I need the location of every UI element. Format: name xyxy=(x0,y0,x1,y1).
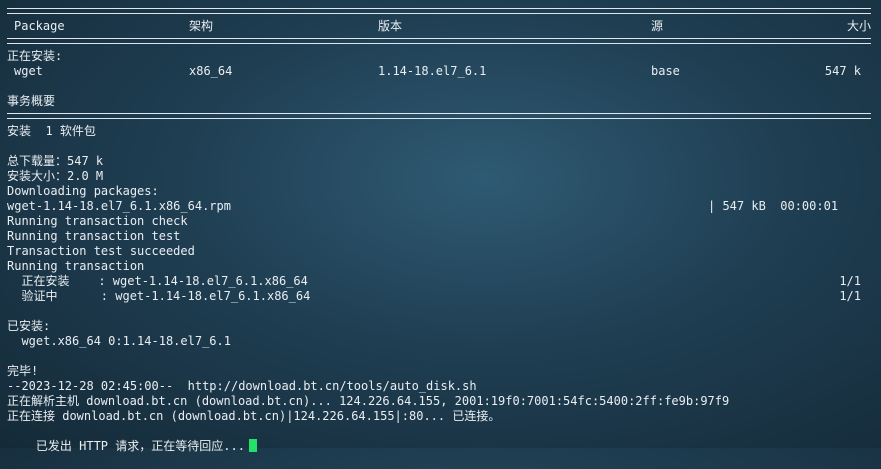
connecting-line: 正在连接 download.bt.cn (download.bt.cn)|124… xyxy=(7,409,501,423)
total-download: 总下载量：547 k xyxy=(7,154,104,168)
step-install-label: 正在安装 : wget-1.14-18.el7_6.1.x86_64 xyxy=(7,274,308,288)
rpm-file: wget-1.14-18.el7_6.1.x86_64.rpm xyxy=(7,199,231,213)
step-verify-row: 验证中 : wget-1.14-18.el7_6.1.x86_64 1/1 xyxy=(7,289,871,304)
pkg-name: wget xyxy=(14,64,43,78)
transaction-check: Running transaction check xyxy=(7,214,188,228)
summary-title: 事务概要 xyxy=(7,94,56,108)
running-transaction: Running transaction xyxy=(7,259,145,273)
col-version: 版本 xyxy=(378,19,403,33)
install-size: 安装大小：2.0 M xyxy=(7,169,104,183)
col-size: 大小 xyxy=(846,19,871,33)
table-rule-mid xyxy=(7,38,871,44)
step-verify-label: 验证中 : wget-1.14-18.el7_6.1.x86_64 xyxy=(7,289,311,303)
col-repo: 源 xyxy=(651,19,664,33)
step-install-count: 1/1 xyxy=(839,274,861,288)
transaction-test-ok: Transaction test succeeded xyxy=(7,244,195,258)
prompt-line[interactable]: 已发出 HTTP 请求，正在等待回应... xyxy=(7,424,871,453)
terminal-window[interactable]: Package 架构 版本 源 大小 正在安装: wget x86_64 1.1… xyxy=(0,0,881,453)
terminal-cursor[interactable] xyxy=(248,439,257,452)
http-sent-text: 已发出 HTTP 请求，正在等待回应... xyxy=(35,439,245,453)
installing-row: wget x86_64 1.14-18.el7_6.1 base 547 k xyxy=(7,64,871,79)
installed-title: 已安装: xyxy=(7,319,51,333)
transaction-test: Running transaction test xyxy=(7,229,181,243)
rpm-download-row: wget-1.14-18.el7_6.1.x86_64.rpm | 547 kB… xyxy=(7,199,871,214)
installing-title: 正在安装: xyxy=(7,49,63,63)
resolving-line: 正在解析主机 download.bt.cn (download.bt.cn)..… xyxy=(7,394,730,408)
step-install-row: 正在安装 : wget-1.14-18.el7_6.1.x86_64 1/1 xyxy=(7,274,871,289)
step-verify-count: 1/1 xyxy=(839,289,861,303)
rpm-progress: | 547 kB 00:00:01 xyxy=(708,199,839,213)
col-arch: 架构 xyxy=(189,19,214,33)
wget-command: --2023-12-28 02:45:00-- http://download.… xyxy=(7,379,477,393)
col-package: Package xyxy=(14,19,65,33)
done-line: 完毕! xyxy=(7,364,39,378)
table-rule-top xyxy=(7,8,871,14)
pkg-repo: base xyxy=(651,64,680,78)
installed-package: wget.x86_64 0:1.14-18.el7_6.1 xyxy=(7,334,231,348)
install-count: 安装 1 软件包 xyxy=(7,124,96,138)
pkg-arch: x86_64 xyxy=(189,64,233,78)
pkg-version: 1.14-18.el7_6.1 xyxy=(378,64,487,78)
table-header: Package 架构 版本 源 大小 xyxy=(7,19,871,34)
pkg-size: 547 k xyxy=(824,64,861,78)
summary-rule xyxy=(7,113,871,119)
downloading-packages: Downloading packages: xyxy=(7,184,159,198)
